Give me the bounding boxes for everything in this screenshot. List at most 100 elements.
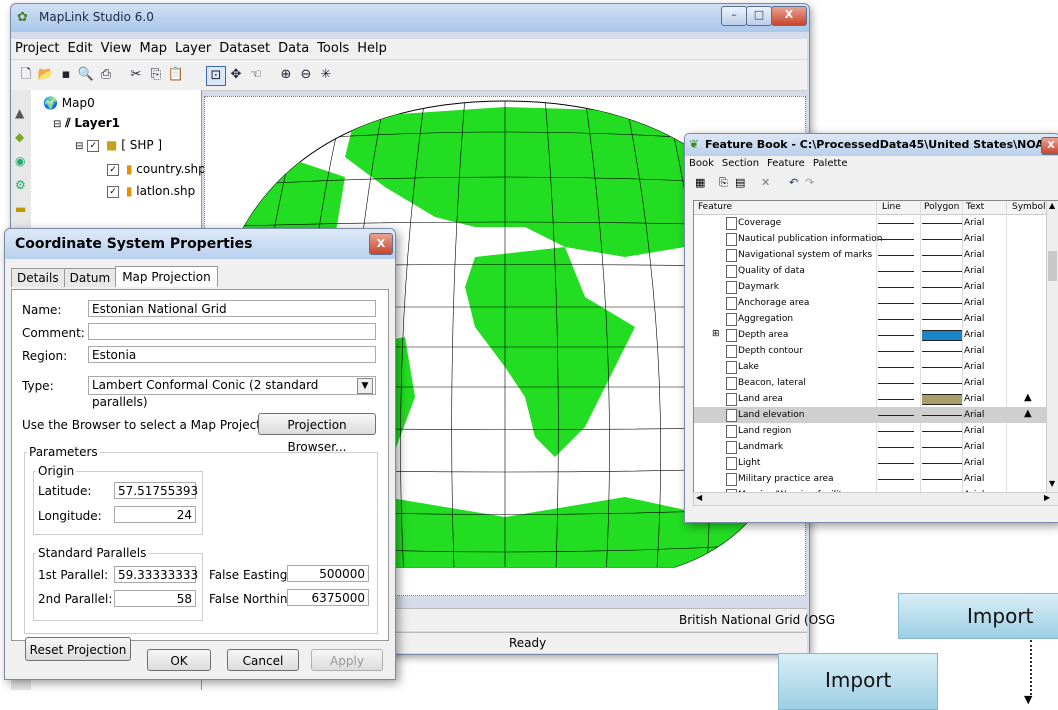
line-style-swatch[interactable] — [878, 319, 914, 320]
polygon-style-swatch[interactable] — [922, 431, 962, 432]
first-parallel-field[interactable]: 59.33333333 — [114, 566, 198, 583]
false-easting-field[interactable]: 500000 — [287, 565, 369, 582]
line-style-swatch[interactable] — [878, 287, 914, 288]
cut-icon[interactable]: ✂ — [127, 66, 145, 84]
feature-row[interactable]: Military practice area Arial — [694, 471, 1046, 487]
text-font[interactable]: Arial — [964, 298, 984, 308]
feature-row[interactable]: Depth contour Arial — [694, 343, 1046, 359]
line-style-swatch[interactable] — [878, 335, 914, 336]
feature-row[interactable]: Aggregation Arial — [694, 311, 1046, 327]
scroll-up-icon[interactable]: ▲ — [1049, 201, 1055, 210]
tab-map-projection[interactable]: Map Projection — [115, 266, 218, 287]
symbol-icon[interactable]: ▲ — [1024, 408, 1032, 419]
import-box-top[interactable]: Import — [898, 593, 1058, 639]
maximize-button[interactable]: □ — [746, 6, 772, 26]
line-style-swatch[interactable] — [878, 367, 914, 368]
polygon-style-swatch[interactable] — [922, 367, 962, 368]
menu-feature[interactable]: Feature — [767, 158, 805, 169]
undo-icon[interactable]: ↶ — [789, 176, 798, 189]
text-font[interactable]: Arial — [964, 442, 984, 452]
line-style-swatch[interactable] — [878, 479, 914, 480]
line-style-swatch[interactable] — [878, 399, 914, 400]
line-style-swatch[interactable] — [878, 239, 914, 240]
ok-button[interactable]: OK — [147, 649, 211, 671]
text-font[interactable]: Arial — [964, 234, 984, 244]
feature-row[interactable]: Coverage Arial — [694, 215, 1046, 231]
cancel-button[interactable]: Cancel — [227, 649, 299, 671]
feature-book-close-button[interactable]: X — [1041, 137, 1058, 155]
polygon-style-swatch[interactable] — [922, 303, 962, 304]
delete-icon[interactable]: ✕ — [761, 176, 770, 189]
file-checkbox[interactable]: ✓ — [107, 163, 119, 176]
data-tool-icon[interactable]: ◆ — [15, 130, 24, 144]
text-font[interactable]: Arial — [964, 282, 984, 292]
copy-icon[interactable]: ⎘ — [147, 66, 165, 84]
zoom-extent-icon[interactable]: ✳ — [317, 66, 335, 84]
paste-icon[interactable]: 📋 — [167, 66, 185, 84]
layer-tool-icon[interactable]: ▲ — [15, 106, 24, 120]
text-font[interactable]: Arial — [964, 346, 984, 356]
feature-row[interactable]: Daymark Arial — [694, 279, 1046, 295]
folder-checkbox[interactable]: ✓ — [87, 139, 100, 152]
minimize-button[interactable]: – — [721, 6, 747, 26]
menu-palette[interactable]: Palette — [813, 158, 848, 169]
polygon-style-swatch[interactable] — [922, 239, 962, 240]
feature-row[interactable]: Land elevation Arial ▲ — [694, 407, 1046, 423]
feature-row[interactable]: Quality of data Arial — [694, 263, 1046, 279]
second-parallel-field[interactable]: 58 — [114, 590, 196, 607]
projection-browser-button[interactable]: Projection Browser... — [258, 413, 376, 454]
scroll-right-icon[interactable]: ▶ — [1044, 493, 1050, 502]
expand-icon[interactable]: ⊞ — [712, 329, 720, 339]
text-font[interactable]: Arial — [964, 378, 984, 388]
menu-map[interactable]: Map — [136, 39, 171, 59]
polygon-style-swatch[interactable] — [922, 394, 962, 405]
new-file-icon[interactable]: 🗋 — [17, 66, 35, 84]
feature-row[interactable]: ⊞ Depth area Arial — [694, 327, 1046, 343]
type-select[interactable]: Lambert Conformal Conic (2 standard para… — [88, 376, 376, 409]
scroll-left-icon[interactable]: ◀ — [696, 493, 702, 502]
feature-row[interactable]: Land area Arial ▲ — [694, 391, 1046, 407]
text-font[interactable]: Arial — [964, 330, 984, 340]
polygon-style-swatch[interactable] — [922, 351, 962, 352]
longitude-field[interactable]: 24 — [114, 506, 196, 523]
latitude-field[interactable]: 57.51755393 — [114, 482, 198, 499]
feature-row[interactable]: Light Arial — [694, 455, 1046, 471]
file-checkbox[interactable]: ✓ — [107, 185, 119, 198]
feature-row[interactable]: Beacon, lateral Arial — [694, 375, 1046, 391]
polygon-style-swatch[interactable] — [922, 330, 962, 341]
line-style-swatch[interactable] — [878, 351, 914, 352]
line-style-swatch[interactable] — [878, 383, 914, 384]
text-font[interactable]: Arial — [964, 250, 984, 260]
feature-row[interactable]: Anchorage area Arial — [694, 295, 1046, 311]
tree-layer[interactable]: ⊟ ⫽ Layer1 — [53, 116, 120, 131]
open-folder-icon[interactable]: 📂 — [37, 66, 55, 84]
tree-folder[interactable]: ⊟ ✓ ■ [ SHP ] — [75, 138, 162, 152]
tree-file[interactable]: ✓ ▮ country.shp — [107, 162, 206, 176]
scroll-thumb[interactable] — [1048, 251, 1057, 281]
name-field[interactable]: Estonian National Grid — [88, 300, 376, 317]
text-font[interactable]: Arial — [964, 218, 984, 228]
col-polygon[interactable]: Polygon — [924, 202, 959, 212]
menu-data[interactable]: Data — [274, 39, 313, 59]
scroll-down-icon[interactable]: ▼ — [1049, 479, 1055, 488]
text-font[interactable]: Arial — [964, 362, 984, 372]
close-button[interactable]: X — [771, 6, 807, 26]
col-feature[interactable]: Feature — [698, 202, 732, 212]
feature-row[interactable]: Land region Arial — [694, 423, 1046, 439]
line-style-swatch[interactable] — [878, 223, 914, 224]
menu-dataset[interactable]: Dataset — [215, 39, 274, 59]
polygon-style-swatch[interactable] — [922, 319, 962, 320]
text-font[interactable]: Arial — [964, 314, 984, 324]
chevron-down-icon[interactable]: ▼ — [357, 378, 373, 394]
menu-help[interactable]: Help — [353, 39, 391, 59]
tab-details[interactable]: Details — [11, 268, 65, 287]
import-box-bottom[interactable]: Import — [778, 653, 938, 710]
col-text[interactable]: Text — [966, 202, 984, 212]
collapse-icon[interactable]: ⊟ — [75, 141, 83, 152]
paste-icon[interactable]: ▤ — [735, 176, 745, 189]
select-icon[interactable]: ⊡ — [206, 66, 226, 86]
import-tool-icon[interactable]: ▬ — [15, 202, 26, 216]
line-style-swatch[interactable] — [878, 255, 914, 256]
line-style-swatch[interactable] — [878, 447, 914, 448]
polygon-style-swatch[interactable] — [922, 463, 962, 464]
